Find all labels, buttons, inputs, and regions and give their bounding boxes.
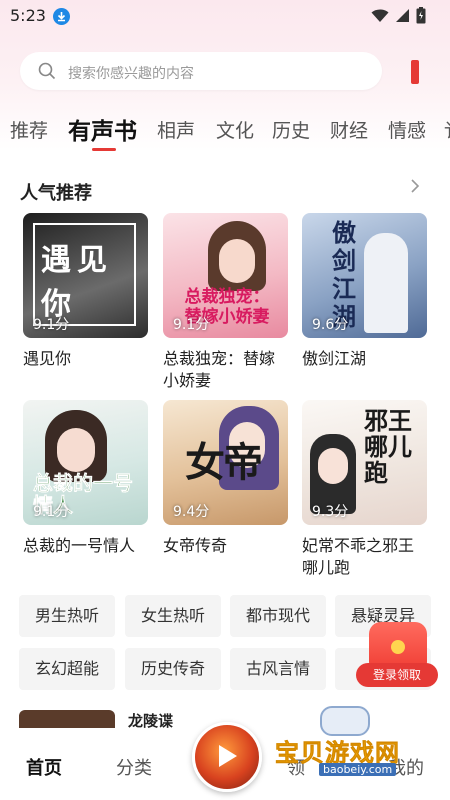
tab-recommend[interactable]: 推荐 [10, 116, 48, 143]
player-button[interactable] [192, 722, 262, 792]
cover-title-text: 邪王哪儿跑 [364, 407, 412, 487]
book-cover[interactable]: 傲剑江湖 9.6分 [302, 213, 427, 338]
book-title: 总裁的一号情人 [23, 536, 136, 555]
tag-urban[interactable]: 都市现代 [230, 595, 326, 637]
book-cover[interactable]: 总裁的一号情人 9.1分 [23, 400, 148, 525]
active-tab-indicator [92, 148, 116, 151]
book-card[interactable]: 傲剑江湖 9.6分 傲剑江湖 [302, 213, 427, 370]
tag-fantasy[interactable]: 玄幻超能 [19, 648, 115, 690]
status-time: 5:23 [10, 6, 46, 25]
nav-home[interactable]: 首页 [26, 754, 62, 780]
tab-finance[interactable]: 财经 [330, 116, 368, 143]
book-cover[interactable]: 遇见你 9.1分 [23, 213, 148, 338]
status-bar: 5:23 [0, 0, 450, 32]
login-claim-button[interactable]: 登录领取 [356, 663, 438, 687]
tag-ancient-romance[interactable]: 古风言情 [230, 648, 326, 690]
book-score: 9.1分 [33, 504, 70, 520]
cover-title-text: 女帝 [185, 440, 263, 486]
search-icon [38, 62, 56, 80]
book-card[interactable]: 女帝 9.4分 女帝传奇 [163, 400, 288, 557]
book-title: 遇见你 [23, 349, 72, 368]
list-item-cover[interactable] [19, 710, 115, 730]
book-title: 妃常不乖之邪王哪儿跑 [302, 536, 415, 577]
ranking-icon[interactable] [411, 60, 419, 84]
section-title: 人气推荐 [20, 183, 92, 204]
book-card[interactable]: 遇见你 9.1分 遇见你 [23, 213, 148, 370]
tag-history-legend[interactable]: 历史传奇 [125, 648, 221, 690]
watermark-url: baobeiy.com [319, 763, 397, 776]
tab-history[interactable]: 历史 [272, 116, 310, 143]
battery-icon [416, 7, 426, 24]
book-title: 总裁独宠：替嫁小娇妻 [163, 349, 276, 390]
book-score: 9.1分 [33, 317, 70, 333]
tab-more[interactable]: 讠 [444, 116, 450, 143]
gamepad-icon [320, 706, 370, 736]
play-icon [219, 745, 237, 767]
search-input[interactable]: 搜索你感兴趣的内容 [20, 52, 382, 90]
download-icon [53, 8, 70, 25]
tab-culture[interactable]: 文化 [216, 116, 254, 143]
tab-audiobook[interactable]: 有声书 [68, 112, 137, 146]
book-score: 9.3分 [312, 504, 349, 520]
chevron-right-icon[interactable] [410, 178, 420, 194]
wifi-icon [371, 9, 389, 22]
book-cover[interactable]: 女帝 9.4分 [163, 400, 288, 525]
signal-icon [396, 9, 409, 22]
book-card[interactable]: 总裁的一号情人 9.1分 总裁的一号情人 [23, 400, 148, 557]
tab-crosstalk[interactable]: 相声 [157, 116, 195, 143]
book-score: 9.6分 [312, 317, 349, 333]
book-card[interactable]: 总裁独宠：替嫁小娇妻 9.1分 总裁独宠：替嫁小娇妻 [163, 213, 288, 392]
tag-male-hot[interactable]: 男生热听 [19, 595, 115, 637]
category-tabs: 推荐 有声书 相声 文化 历史 财经 情感 讠 [10, 112, 450, 156]
search-placeholder: 搜索你感兴趣的内容 [68, 66, 194, 82]
book-card[interactable]: 邪王哪儿跑 9.3分 妃常不乖之邪王哪儿跑 [302, 400, 427, 579]
book-title: 傲剑江湖 [302, 349, 367, 368]
book-cover[interactable]: 邪王哪儿跑 9.3分 [302, 400, 427, 525]
book-score: 9.4分 [173, 504, 210, 520]
book-title: 女帝传奇 [163, 536, 228, 555]
watermark: 宝贝游戏网 baobeiy.com [275, 733, 435, 785]
tag-female-hot[interactable]: 女生热听 [125, 595, 221, 637]
book-cover[interactable]: 总裁独宠：替嫁小娇妻 9.1分 [163, 213, 288, 338]
tab-emotion[interactable]: 情感 [388, 116, 426, 143]
nav-category[interactable]: 分类 [116, 754, 152, 780]
book-score: 9.1分 [173, 317, 210, 333]
